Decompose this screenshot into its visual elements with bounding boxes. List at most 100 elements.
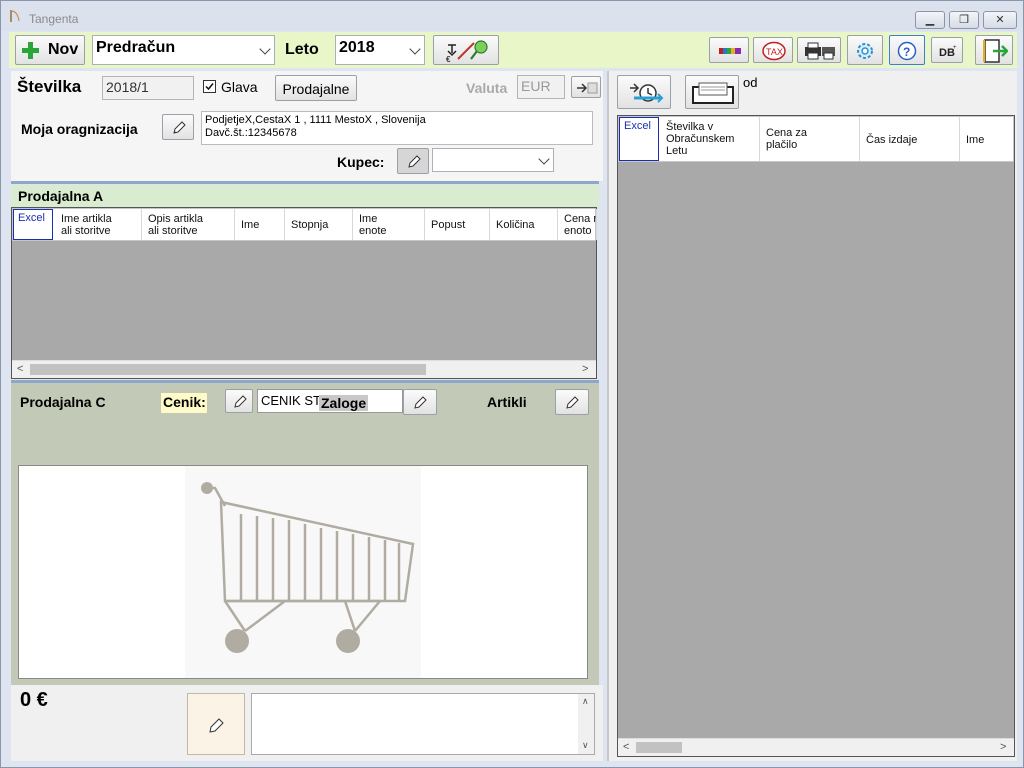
edit-pricelist-button[interactable] [225,389,253,413]
time-filter-button[interactable] [617,75,671,109]
currency-search-button[interactable]: € [433,35,499,65]
palette-icon [719,48,741,54]
buyer-select[interactable] [432,148,554,172]
gear-icon [857,43,873,59]
documents-grid: Excel Številka v Obračunskem Letu Cena za p… [617,115,1015,757]
pencil-icon [408,155,421,168]
column-header[interactable]: Številka v Obračunskem Letu [660,117,760,161]
clock-arrows-icon [630,83,664,103]
head-checkbox[interactable] [203,80,216,93]
scroll-thumb[interactable] [30,364,426,375]
maximize-button[interactable]: ❐ [949,11,979,29]
edit-buyer-button[interactable] [397,148,429,174]
excel-column-button[interactable]: Excel [619,117,659,161]
buyer-label: Kupec: [337,154,385,170]
excel-column-button[interactable]: Excel [13,209,53,240]
tax-icon: TAX [762,41,786,61]
shop-c-title: Prodajalna C [20,394,106,410]
pencil-icon [234,395,247,408]
tax-button[interactable]: TAX [753,37,793,63]
exit-button[interactable] [975,35,1013,65]
receipt-printer-icon [692,82,734,104]
pricelist-value: CENIK ST [261,393,321,408]
divider [11,181,599,184]
column-header[interactable]: Cena za plačilo [760,117,860,161]
edit-stock-button[interactable] [403,389,437,415]
shop-a-grid: Excel Ime artikla ali storitve Opis artik… [11,207,597,379]
column-header[interactable]: Stopnja [285,209,353,240]
edit-note-button[interactable] [187,693,245,755]
number-label: Številka [17,77,82,96]
pencil-icon [209,718,224,733]
shop-a-header: Prodajalna A [11,185,599,207]
help-button[interactable]: ? [889,35,925,65]
database-button[interactable]: DB + [931,37,963,63]
column-header[interactable]: Opis artikla ali storitve [142,209,235,240]
note-textarea[interactable]: ∧ ∨ [251,693,595,755]
documents-horizontal-scrollbar[interactable]: < > [618,738,1014,756]
currency-select-button[interactable] [571,76,601,98]
shop-a-title: Prodajalna A [18,188,104,204]
svg-text:TAX: TAX [766,47,783,57]
year-select[interactable]: 2018 [335,35,425,65]
edit-items-button[interactable] [555,389,589,415]
chevron-down-icon [409,43,421,55]
number-input[interactable]: 2018/1 [102,76,194,100]
new-button-label: Nov [48,41,79,58]
main-toolbar: Nov Predračun Leto 2018 € TAX ? DB + [9,32,1017,68]
pencil-icon [566,396,579,409]
shops-button[interactable]: Prodajalne [275,75,357,101]
column-header[interactable]: Ime [960,117,1015,161]
main-window: Tangenta ▁ ❐ ✕ Nov Predračun Leto 2018 € [0,0,1024,768]
minimize-icon: ▁ [925,14,935,26]
euro-search-icon: € [446,40,488,63]
scroll-right-icon[interactable]: > [582,363,588,375]
column-header[interactable]: Ime artikla ali storitve [55,209,142,240]
scroll-down-icon[interactable]: ∨ [582,740,589,751]
receipt-printer-button[interactable] [685,75,739,109]
from-label: od [743,75,758,90]
column-header[interactable]: Ime [235,209,285,240]
document-type-select[interactable]: Predračun [92,35,275,65]
edit-organization-button[interactable] [162,114,194,140]
arrow-right-icon [577,82,598,94]
document-header-panel: Številka 2018/1 Glava Prodajalne Valuta … [11,71,603,181]
shop-a-horizontal-scrollbar[interactable]: < > [12,360,596,378]
pricelist-label: Cenik: [161,393,207,413]
printer-icon [805,42,835,60]
close-button[interactable]: ✕ [983,11,1017,29]
svg-text:€: € [446,55,451,63]
settings-button[interactable] [847,35,883,65]
database-icon: DB + [939,45,957,59]
print-button[interactable] [797,37,841,63]
note-vertical-scrollbar[interactable]: ∧ ∨ [578,694,594,754]
scroll-right-icon[interactable]: > [1000,741,1006,753]
column-header[interactable]: Ime enote [353,209,425,240]
scroll-left-icon[interactable]: < [17,363,23,375]
close-icon: ✕ [995,14,1005,26]
svg-text:?: ? [903,45,910,59]
column-header[interactable]: Cena naenoto [558,209,597,240]
currency-label: Valuta [466,80,508,96]
new-document-button[interactable]: Nov [15,35,85,65]
minimize-button[interactable]: ▁ [915,11,945,29]
scroll-left-icon[interactable]: < [623,741,629,753]
color-palette-button[interactable] [709,37,749,63]
shop-c-panel: Prodajalna C Cenik: CENIK ST Zaloge Arti… [11,383,599,685]
footer-panel: 0 € ∧ ∨ [11,685,603,761]
column-header[interactable]: Količina [490,209,558,240]
column-header[interactable]: Čas izdaje [860,117,960,161]
column-header[interactable]: Popust [425,209,490,240]
organization-info-box: PodjetjeX,CestaX 1 , 1111 MestoX , Slove… [201,111,593,145]
total-amount: 0 € [20,689,48,711]
organization-address: PodjetjeX,CestaX 1 , 1111 MestoX , Slove… [205,114,426,126]
svg-text:+: + [953,45,957,51]
scroll-up-icon[interactable]: ∧ [582,696,589,707]
currency-input[interactable]: EUR [517,75,565,99]
scroll-thumb[interactable] [636,742,682,753]
chevron-down-icon [259,43,271,55]
shop-a-grid-header: Excel Ime artikla ali storitve Opis artik… [12,208,597,241]
stock-button[interactable]: Zaloge [319,395,369,411]
cart-area[interactable] [18,465,588,679]
title-bar: Tangenta ▁ ❐ ✕ [1,1,1023,31]
